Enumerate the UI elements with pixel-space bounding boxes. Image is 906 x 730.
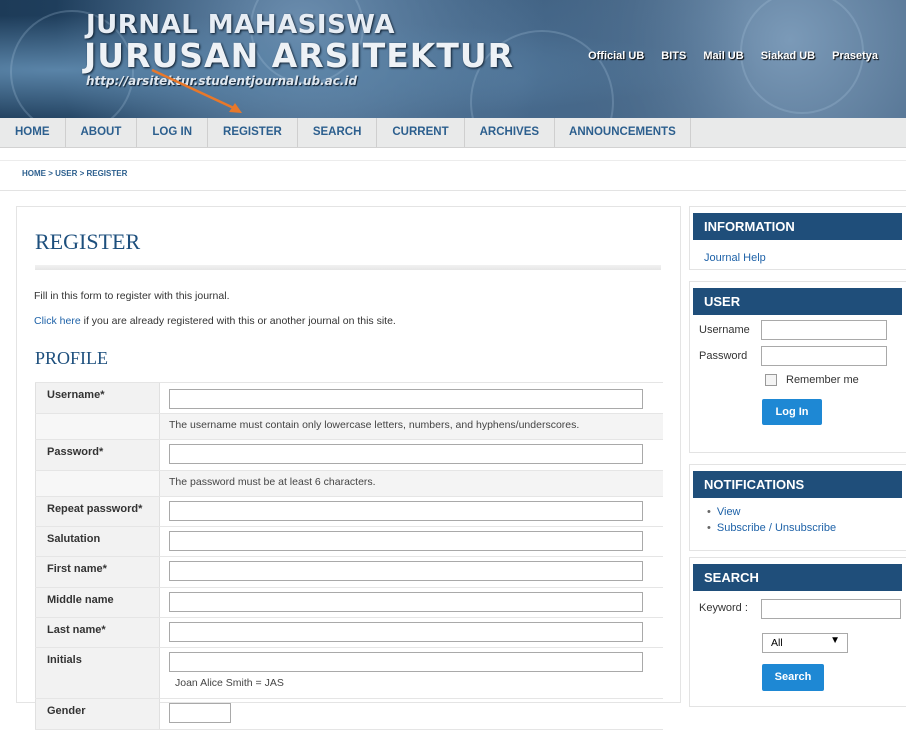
nav-search[interactable]: SEARCH xyxy=(298,118,378,147)
search-title: SEARCH xyxy=(693,564,902,591)
notifications-title: NOTIFICATIONS xyxy=(693,471,902,498)
divider xyxy=(0,160,906,161)
form-row-password: Password* xyxy=(35,440,663,471)
nav-register[interactable]: REGISTER xyxy=(208,118,298,147)
nav-announcements[interactable]: ANNOUNCEMENTS xyxy=(555,118,691,147)
sidebar-password-label: Password xyxy=(699,350,748,362)
link-siakad-ub[interactable]: Siakad UB xyxy=(761,50,815,62)
divider xyxy=(0,190,906,191)
sidebar-password-input[interactable] xyxy=(761,346,887,366)
already-registered-rest: if you are already registered with this … xyxy=(80,315,396,327)
form-row-gender: Gender xyxy=(35,699,663,730)
search-scope-select[interactable]: All ▼ xyxy=(762,633,848,653)
notification-item: • Subscribe / Unsubscribe xyxy=(707,520,906,536)
already-registered-text: Click here if you are already registered… xyxy=(34,315,396,327)
first-name-label: First name* xyxy=(35,557,160,587)
last-name-input[interactable] xyxy=(169,622,643,642)
search-block: SEARCH Keyword : All ▼ Search xyxy=(689,557,906,707)
header-banner: JURNAL MAHASISWA JURUSAN ARSITEKTUR http… xyxy=(0,0,906,118)
form-row-initials: Initials Joan Alice Smith = JAS xyxy=(35,648,663,699)
remember-me-label: Remember me xyxy=(786,374,859,386)
salutation-label: Salutation xyxy=(35,527,160,556)
repeat-password-input[interactable] xyxy=(169,501,643,521)
annotation-arrow-icon xyxy=(151,68,242,113)
top-links: Official UB BITS Mail UB Siakad UB Prase… xyxy=(588,50,878,62)
password-row: Password xyxy=(690,344,906,370)
form-row-password-help: The password must be at least 6 characte… xyxy=(35,471,663,497)
click-here-link[interactable]: Click here xyxy=(34,315,81,327)
bullet-icon: • xyxy=(707,506,711,518)
form-row-last-name: Last name* xyxy=(35,618,663,648)
form-row-repeat-password: Repeat password* xyxy=(35,497,663,527)
initials-input[interactable] xyxy=(169,652,643,672)
nav-current[interactable]: CURRENT xyxy=(377,118,465,147)
gender-select[interactable] xyxy=(169,703,231,723)
breadcrumb[interactable]: HOME > USER > REGISTER xyxy=(22,169,127,178)
intro-text: Fill in this form to register with this … xyxy=(34,290,230,302)
remember-me-row: Remember me xyxy=(765,374,906,386)
search-scope-value: All xyxy=(771,637,783,649)
information-title: INFORMATION xyxy=(693,213,902,240)
user-title: USER xyxy=(693,288,902,315)
nav-archives[interactable]: ARCHIVES xyxy=(465,118,556,147)
remember-me-checkbox[interactable] xyxy=(765,374,777,386)
link-mail-ub[interactable]: Mail UB xyxy=(703,50,743,62)
nav-about[interactable]: ABOUT xyxy=(66,118,138,147)
journal-title-line2: JURUSAN ARSITEKTUR xyxy=(84,36,515,75)
dropdown-arrow-icon: ▼ xyxy=(830,635,840,646)
salutation-input[interactable] xyxy=(169,531,643,551)
empty-label xyxy=(35,414,160,439)
password-input[interactable] xyxy=(169,444,643,464)
page-title: REGISTER xyxy=(35,229,141,254)
password-label: Password* xyxy=(35,440,160,470)
link-prasetya[interactable]: Prasetya xyxy=(832,50,878,62)
sidebar-username-label: Username xyxy=(699,324,750,336)
login-button[interactable]: Log In xyxy=(762,399,822,425)
first-name-input[interactable] xyxy=(169,561,643,581)
gender-label: Gender xyxy=(35,699,160,729)
link-official-ub[interactable]: Official UB xyxy=(588,50,644,62)
journal-help-link[interactable]: Journal Help xyxy=(704,252,766,264)
middle-name-label: Middle name xyxy=(35,588,160,617)
form-row-first-name: First name* xyxy=(35,557,663,588)
repeat-password-label: Repeat password* xyxy=(35,497,160,526)
notifications-block: NOTIFICATIONS • View • Subscribe / Unsubsc… xyxy=(689,464,906,551)
notification-subscribe-link[interactable]: Subscribe / Unsubscribe xyxy=(717,522,836,534)
username-row: Username xyxy=(690,318,906,344)
form-row-salutation: Salutation xyxy=(35,527,663,557)
notification-item: • View xyxy=(707,504,906,520)
notification-view-link[interactable]: View xyxy=(717,506,741,518)
main-content: REGISTER Fill in this form to register w… xyxy=(16,206,681,730)
search-button[interactable]: Search xyxy=(762,664,824,691)
bullet-icon: • xyxy=(707,522,711,534)
username-label: Username* xyxy=(35,383,160,413)
initials-hint: Joan Alice Smith = JAS xyxy=(175,677,284,689)
initials-label: Initials xyxy=(35,648,160,698)
keyword-input[interactable] xyxy=(761,599,901,619)
middle-name-input[interactable] xyxy=(169,592,643,612)
title-divider xyxy=(35,265,661,270)
form-row-middle-name: Middle name xyxy=(35,588,663,618)
form-row-username-help: The username must contain only lowercase… xyxy=(35,414,663,440)
username-help: The username must contain only lowercase… xyxy=(160,414,663,439)
nav-login[interactable]: LOG IN xyxy=(137,118,209,147)
register-form: Username* The username must contain only… xyxy=(35,382,663,730)
link-bits[interactable]: BITS xyxy=(661,50,686,62)
information-block: INFORMATION Journal Help xyxy=(689,206,906,270)
main-nav: HOME ABOUT LOG IN REGISTER SEARCH CURREN… xyxy=(0,118,906,148)
sidebar-username-input[interactable] xyxy=(761,320,887,340)
username-input[interactable] xyxy=(169,389,643,409)
keyword-label: Keyword : xyxy=(699,602,748,614)
keyword-row: Keyword : xyxy=(690,597,906,623)
empty-label xyxy=(35,471,160,496)
last-name-label: Last name* xyxy=(35,618,160,647)
user-block: USER Username Password Remember me Log I… xyxy=(689,281,906,453)
password-help: The password must be at least 6 characte… xyxy=(160,471,663,496)
profile-heading: PROFILE xyxy=(35,348,109,368)
form-row-username: Username* xyxy=(35,383,663,414)
nav-home[interactable]: HOME xyxy=(0,118,66,147)
